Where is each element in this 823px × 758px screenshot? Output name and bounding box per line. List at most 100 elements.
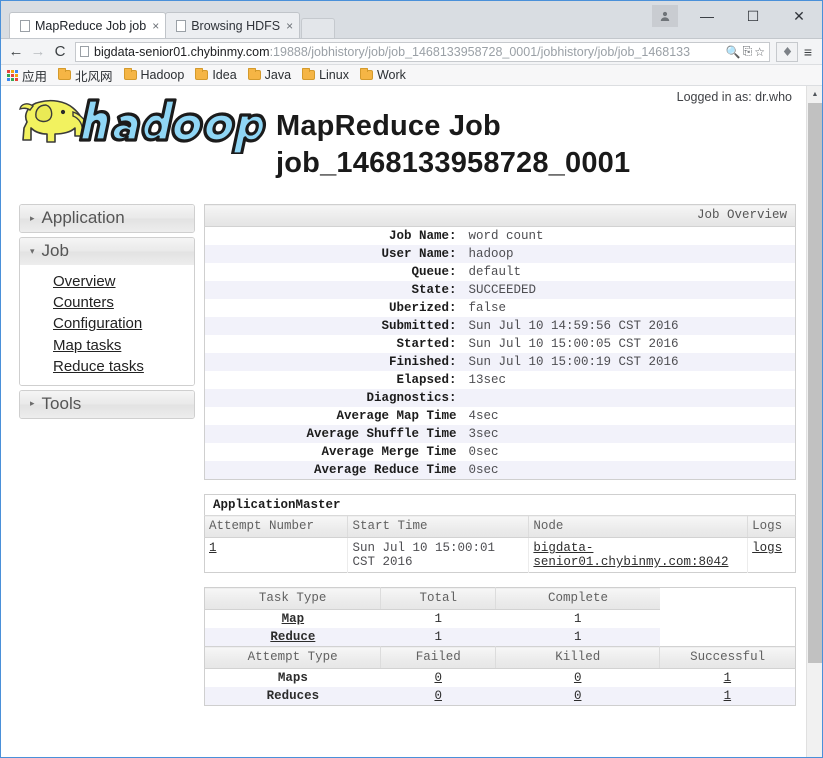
- row-key: Queue:: [205, 263, 463, 281]
- reduce-tasks-link[interactable]: Reduce: [270, 630, 315, 644]
- table-caption-row: ApplicationMaster: [205, 495, 796, 516]
- scroll-down-icon[interactable]: ▼: [807, 751, 822, 758]
- table-header-row: Attempt Type Failed Killed Successful: [205, 647, 796, 669]
- page-info-icon[interactable]: [80, 46, 89, 57]
- bookmark-star-icon[interactable]: ☆: [754, 45, 765, 59]
- node-link[interactable]: bigdata-senior01.chybinmy.com:8042: [533, 541, 728, 569]
- row-value: 4sec: [463, 407, 796, 425]
- sidebar-link-reduce-tasks[interactable]: Reduce tasks: [20, 356, 194, 377]
- sidebar: ▸ Application ▾ Job Overview Counters Co…: [19, 204, 195, 423]
- vertical-scrollbar[interactable]: ▲ ▼: [806, 86, 822, 758]
- row-value: SUCCEEDED: [463, 281, 796, 299]
- bookmark-hadoop[interactable]: Hadoop: [124, 68, 185, 82]
- row-value: [463, 389, 796, 407]
- back-icon[interactable]: ←: [5, 41, 27, 63]
- sidebar-item-label: Job: [42, 241, 69, 261]
- forward-icon[interactable]: →: [27, 41, 49, 63]
- bookmark-java[interactable]: Java: [248, 68, 291, 82]
- table-row: Reduces 0 0 1: [205, 687, 796, 706]
- column-header-node: Node: [529, 516, 748, 538]
- table-row: Average Map Time 4sec: [205, 407, 796, 425]
- maps-failed-link[interactable]: 0: [434, 671, 442, 685]
- attempt-number-link[interactable]: 1: [209, 541, 217, 555]
- cell-attempt-type: Maps: [205, 669, 381, 688]
- sidebar-job-links: Overview Counters Configuration Map task…: [20, 265, 194, 385]
- new-tab-button[interactable]: [301, 18, 335, 38]
- browser-menu-icon[interactable]: ≡: [798, 41, 818, 63]
- row-value: false: [463, 299, 796, 317]
- sidebar-item-tools[interactable]: ▸ Tools: [20, 391, 194, 418]
- bookmark-work[interactable]: Work: [360, 68, 406, 82]
- magnifier-icon[interactable]: 🔍: [726, 45, 741, 59]
- maximize-button[interactable]: ☐: [730, 1, 776, 31]
- row-key: Elapsed:: [205, 371, 463, 389]
- bookmark-label: Idea: [212, 68, 236, 82]
- reduces-successful-link[interactable]: 1: [724, 689, 732, 703]
- sidebar-item-application[interactable]: ▸ Application: [20, 205, 194, 232]
- table-caption-row: Job Overview: [205, 205, 796, 227]
- minimize-button[interactable]: —: [684, 1, 730, 31]
- row-key: Finished:: [205, 353, 463, 371]
- translate-icon[interactable]: ⎘: [743, 44, 753, 59]
- apps-grid-icon: [7, 70, 18, 81]
- bookmark-linux[interactable]: Linux: [302, 68, 349, 82]
- sidebar-link-counters[interactable]: Counters: [20, 292, 194, 313]
- bookmark-idea[interactable]: Idea: [195, 68, 236, 82]
- sidebar-link-overview[interactable]: Overview: [20, 271, 194, 292]
- chevron-right-icon: ▸: [30, 214, 35, 223]
- tab-close-icon[interactable]: ×: [286, 19, 293, 33]
- row-value: 0sec: [463, 443, 796, 461]
- reduces-killed-link[interactable]: 0: [574, 689, 582, 703]
- browser-toolbar: ← → C bigdata-senior01.chybinmy.com:1988…: [1, 39, 822, 65]
- bookmark-label: Java: [265, 68, 291, 82]
- sidebar-link-map-tasks[interactable]: Map tasks: [20, 335, 194, 356]
- row-key: Average Map Time: [205, 407, 463, 425]
- browser-window: MapReduce Job job × Browsing HDFS × — ☐ …: [0, 0, 823, 758]
- chevron-down-icon: ▾: [30, 247, 35, 256]
- hadoop-logo: [13, 92, 275, 154]
- scrollbar-thumb[interactable]: [808, 103, 822, 663]
- table-row: Started: Sun Jul 10 15:00:05 CST 2016: [205, 335, 796, 353]
- page-header: Logged in as: dr.who MapReduce Job job_1…: [1, 86, 806, 198]
- column-header-killed: Killed: [496, 647, 660, 669]
- column-header-start-time: Start Time: [348, 516, 529, 538]
- tab-mapreduce-job[interactable]: MapReduce Job job ×: [9, 12, 166, 38]
- tab-browsing-hdfs[interactable]: Browsing HDFS ×: [165, 12, 300, 38]
- extension-icon[interactable]: [776, 42, 798, 62]
- tab-label: MapReduce Job job: [35, 19, 146, 33]
- page-icon: [176, 20, 186, 32]
- sidebar-link-configuration[interactable]: Configuration: [20, 313, 194, 334]
- bookmark-apps[interactable]: 应用: [7, 66, 47, 85]
- logs-link[interactable]: logs: [752, 541, 782, 555]
- cell-killed: 0: [496, 687, 660, 706]
- title-bar: MapReduce Job job × Browsing HDFS × — ☐ …: [1, 1, 822, 39]
- sidebar-item-job[interactable]: ▾ Job: [20, 238, 194, 265]
- cell-start-time: Sun Jul 10 15:00:01 CST 2016: [348, 538, 529, 573]
- table-row: Maps 0 0 1: [205, 669, 796, 688]
- folder-icon: [195, 70, 208, 80]
- reload-icon[interactable]: C: [49, 41, 71, 63]
- address-bar[interactable]: bigdata-senior01.chybinmy.com:19888/jobh…: [75, 42, 770, 62]
- cell-task-type: Reduce: [205, 628, 381, 647]
- map-tasks-link[interactable]: Map: [282, 612, 305, 626]
- scroll-up-icon[interactable]: ▲: [807, 86, 822, 102]
- reduces-failed-link[interactable]: 0: [434, 689, 442, 703]
- column-header-logs: Logs: [748, 516, 796, 538]
- task-attempt-summary-table: Task Type Total Complete Map 1 1: [204, 587, 796, 706]
- maps-successful-link[interactable]: 1: [724, 671, 732, 685]
- column-header-attempt-type: Attempt Type: [205, 647, 381, 669]
- table-row: Average Shuffle Time 3sec: [205, 425, 796, 443]
- bookmark-beifengwang[interactable]: 北风网: [58, 66, 113, 85]
- maps-killed-link[interactable]: 0: [574, 671, 582, 685]
- row-key: Job Name:: [205, 227, 463, 246]
- row-key: Average Reduce Time: [205, 461, 463, 480]
- folder-icon: [302, 70, 315, 80]
- bookmark-label: 应用: [22, 66, 47, 85]
- tab-close-icon[interactable]: ×: [152, 19, 159, 33]
- row-value: word count: [463, 227, 796, 246]
- cell-logs: logs: [748, 538, 796, 573]
- row-key: Started:: [205, 335, 463, 353]
- close-button[interactable]: ✕: [776, 1, 822, 31]
- application-master-table: ApplicationMaster Attempt Number Start T…: [204, 494, 796, 573]
- profile-icon[interactable]: [652, 5, 678, 27]
